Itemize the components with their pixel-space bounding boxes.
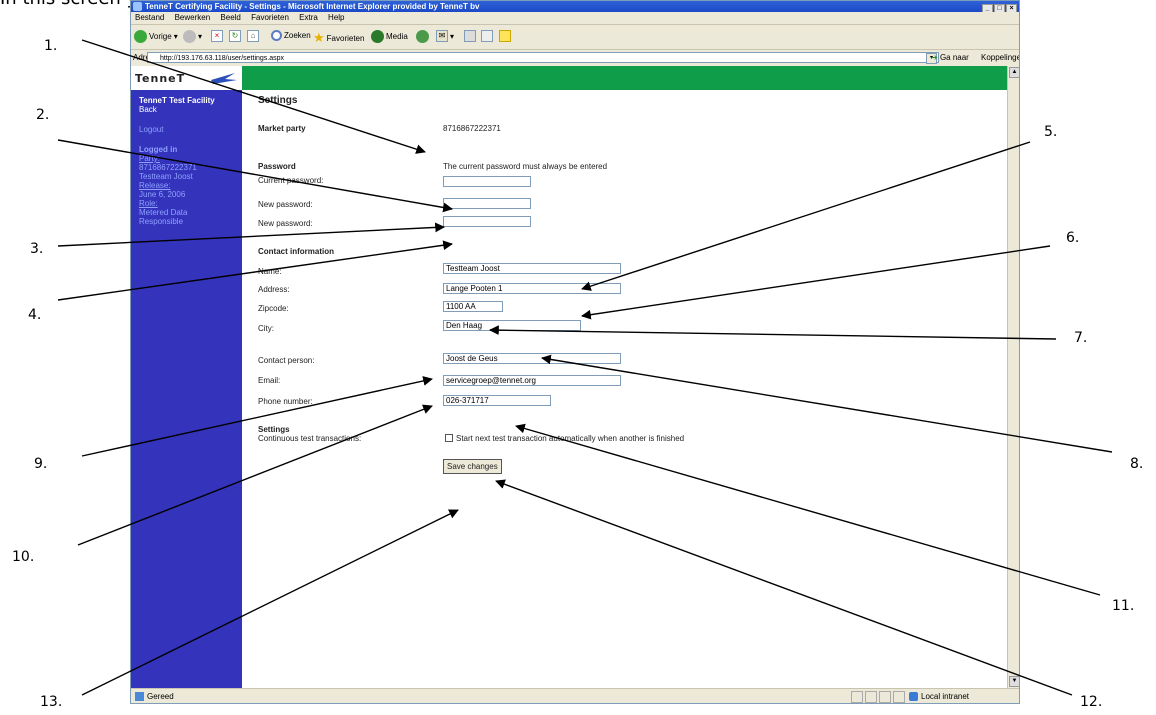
callout-5-arrow bbox=[581, 141, 1031, 291]
callout-1-arrow bbox=[81, 39, 426, 154]
callout-label-10: 10. bbox=[12, 549, 35, 565]
callout-label-12: 12. bbox=[1080, 694, 1103, 710]
callout-label-11: 11. bbox=[1112, 598, 1135, 614]
callout-11-arrow bbox=[515, 423, 1101, 596]
callout-4-arrow bbox=[57, 240, 453, 301]
callout-label-13: 13. bbox=[40, 694, 63, 710]
callout-6-arrow bbox=[581, 245, 1051, 320]
callout-8-arrow bbox=[541, 354, 1113, 453]
callout-label-7: 7. bbox=[1074, 330, 1088, 346]
callout-label-4: 4. bbox=[28, 307, 42, 323]
callout-9-arrow bbox=[81, 376, 433, 457]
callout-label-9: 9. bbox=[34, 456, 48, 472]
callout-label-6: 6. bbox=[1066, 230, 1080, 246]
callout-label-8: 8. bbox=[1130, 456, 1144, 472]
callout-label-1: 1. bbox=[44, 38, 58, 54]
callout-label-3: 3. bbox=[30, 241, 44, 257]
callout-2-arrow bbox=[57, 139, 453, 213]
callout-3-arrow bbox=[57, 222, 445, 247]
callout-label-2: 2. bbox=[36, 107, 50, 123]
callout-label-5: 5. bbox=[1044, 124, 1058, 140]
callout-13-arrow bbox=[81, 509, 459, 696]
callout-12-arrow bbox=[495, 479, 1073, 696]
callout-10-arrow bbox=[77, 404, 433, 546]
callout-7-arrow bbox=[489, 325, 1057, 340]
callout-arrows bbox=[57, 39, 1113, 696]
